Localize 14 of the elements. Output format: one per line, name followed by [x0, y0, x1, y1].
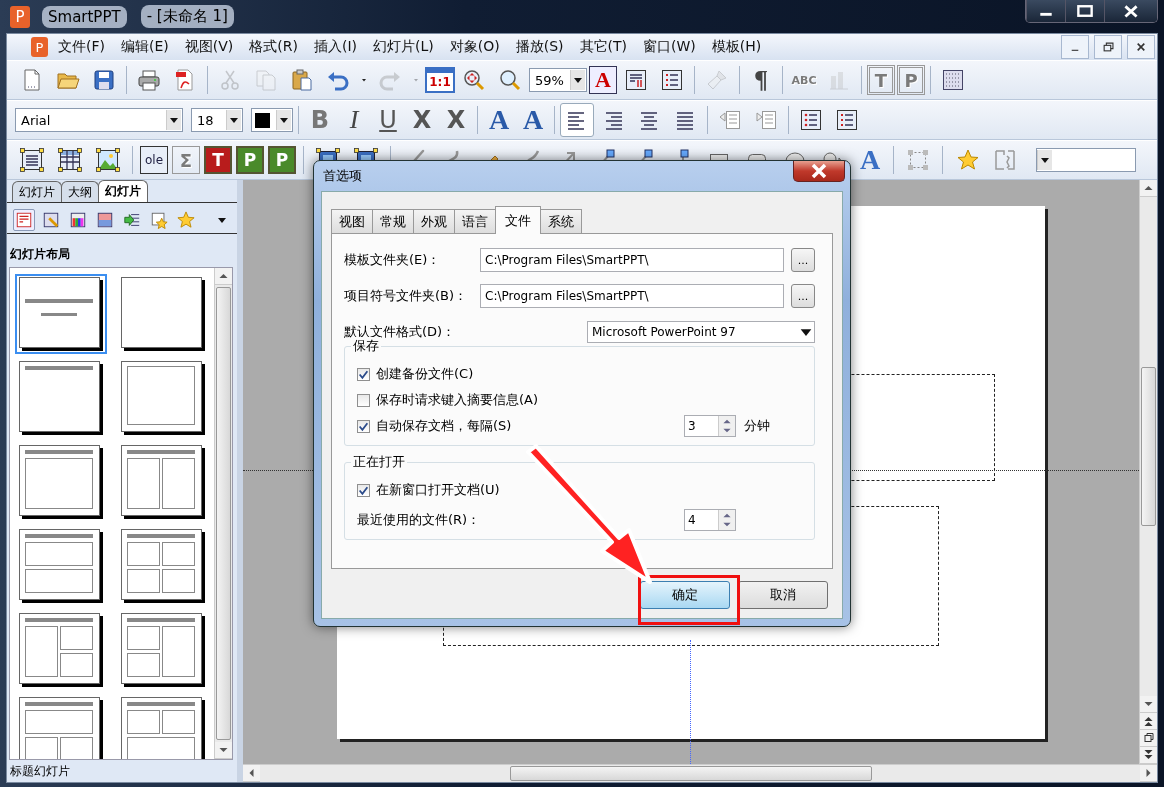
- window-title: SmartPPT: [42, 5, 127, 28]
- app-logo: P: [31, 37, 48, 57]
- dialog-title: 首选项: [322, 167, 362, 185]
- document-title: - [未命名 1]: [140, 5, 234, 28]
- field-label: 最近使用的文件(R)：: [357, 511, 481, 529]
- unit-label: 分钟: [744, 417, 771, 435]
- group-title: 正在打开: [351, 453, 407, 471]
- status-text: 标题幻灯片: [9, 762, 71, 780]
- field-label: 默认文件格式(D)：: [344, 323, 456, 339]
- section-heading: 幻灯片布局: [9, 246, 71, 263]
- field-label: 模板文件夹(E)：: [344, 251, 442, 269]
- app-logo: P: [10, 5, 30, 28]
- group-title: 保存: [351, 337, 381, 355]
- field-label: 项目符号文件夹(B)：: [344, 287, 469, 305]
